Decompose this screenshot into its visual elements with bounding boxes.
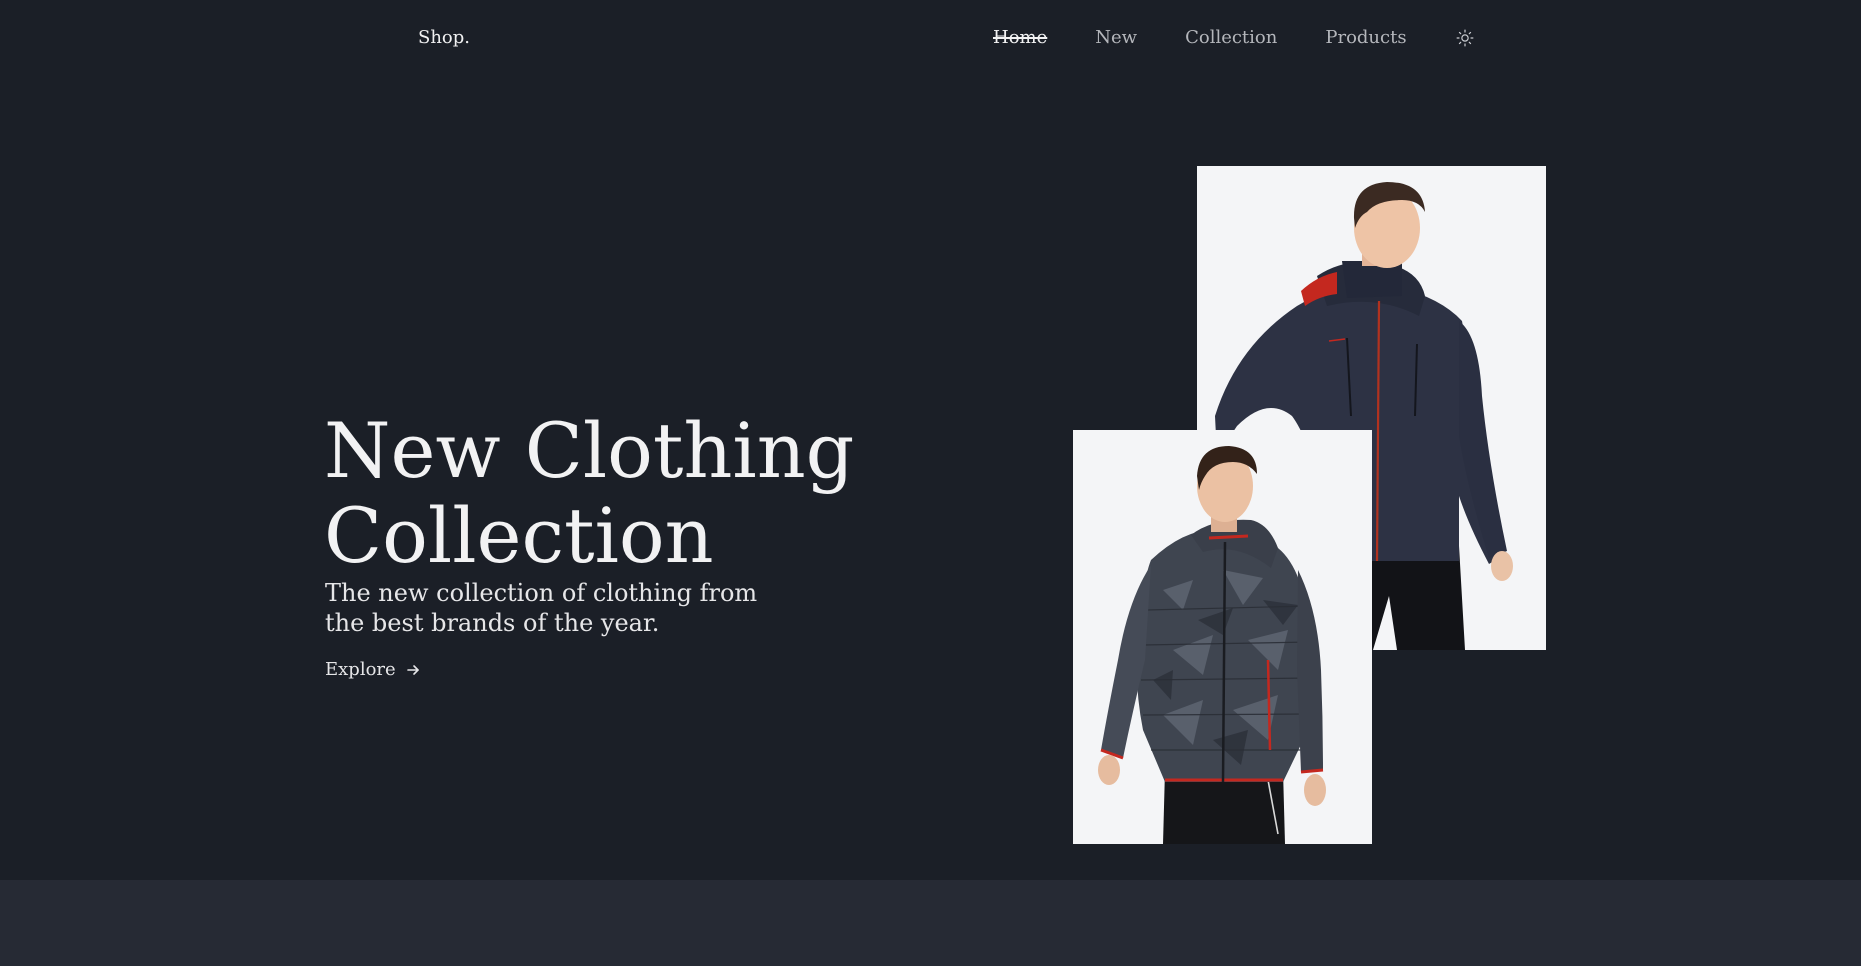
hero-title: New Clothing Collection <box>324 408 854 578</box>
main-nav: Home New Collection Products <box>993 27 1475 48</box>
hero-subtitle: The new collection of clothing from the … <box>325 579 758 637</box>
explore-link[interactable]: Explore <box>325 659 420 680</box>
footer-band <box>0 880 1861 966</box>
site-header: Shop. Home New Collection Products <box>0 0 1861 76</box>
arrow-right-icon <box>406 663 420 677</box>
nav-link-collection[interactable]: Collection <box>1185 27 1277 48</box>
hero-title-line-2: Collection <box>324 491 714 580</box>
theme-toggle-button[interactable] <box>1455 28 1475 48</box>
hero-section: New Clothing Collection The new collecti… <box>0 76 1861 880</box>
nav-link-home[interactable]: Home <box>993 27 1047 48</box>
nav-link-new[interactable]: New <box>1095 27 1137 48</box>
nav-link-products[interactable]: Products <box>1325 27 1406 48</box>
explore-label: Explore <box>325 659 396 680</box>
logo[interactable]: Shop. <box>418 27 470 48</box>
product-photo-puffer-jacket[interactable] <box>1073 430 1372 844</box>
sun-icon <box>1456 29 1474 46</box>
hero-title-line-1: New Clothing <box>324 406 855 495</box>
